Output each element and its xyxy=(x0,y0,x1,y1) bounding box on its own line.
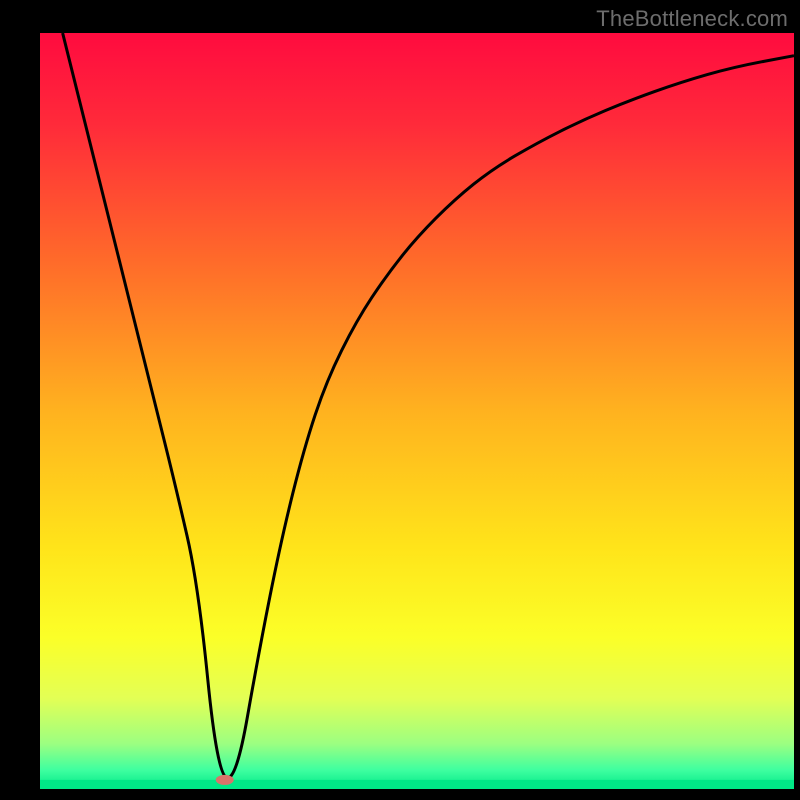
minimum-marker xyxy=(216,775,234,785)
watermark-text: TheBottleneck.com xyxy=(596,6,788,32)
bottleneck-chart xyxy=(0,0,800,800)
chart-frame: TheBottleneck.com xyxy=(0,0,800,800)
green-bottom-band xyxy=(40,780,794,789)
plot-background xyxy=(40,33,794,789)
